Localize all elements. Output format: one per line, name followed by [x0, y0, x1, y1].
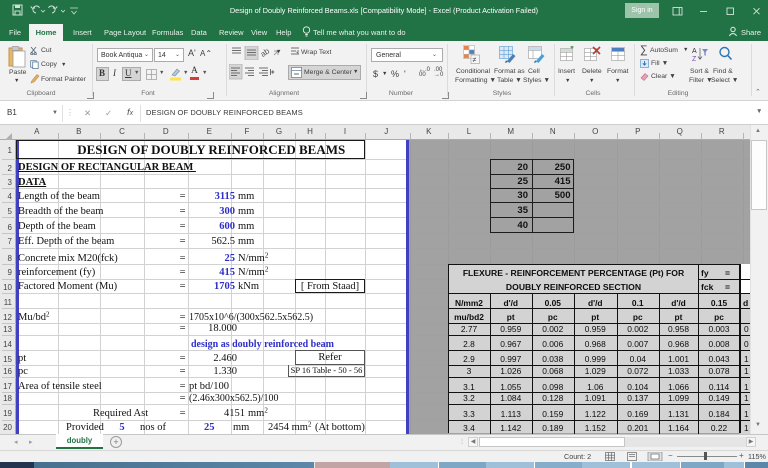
svg-text:ab: ab [261, 46, 272, 59]
svg-text:Z: Z [692, 56, 697, 62]
svg-text:A: A [692, 48, 697, 55]
svg-text:≠: ≠ [473, 57, 477, 64]
